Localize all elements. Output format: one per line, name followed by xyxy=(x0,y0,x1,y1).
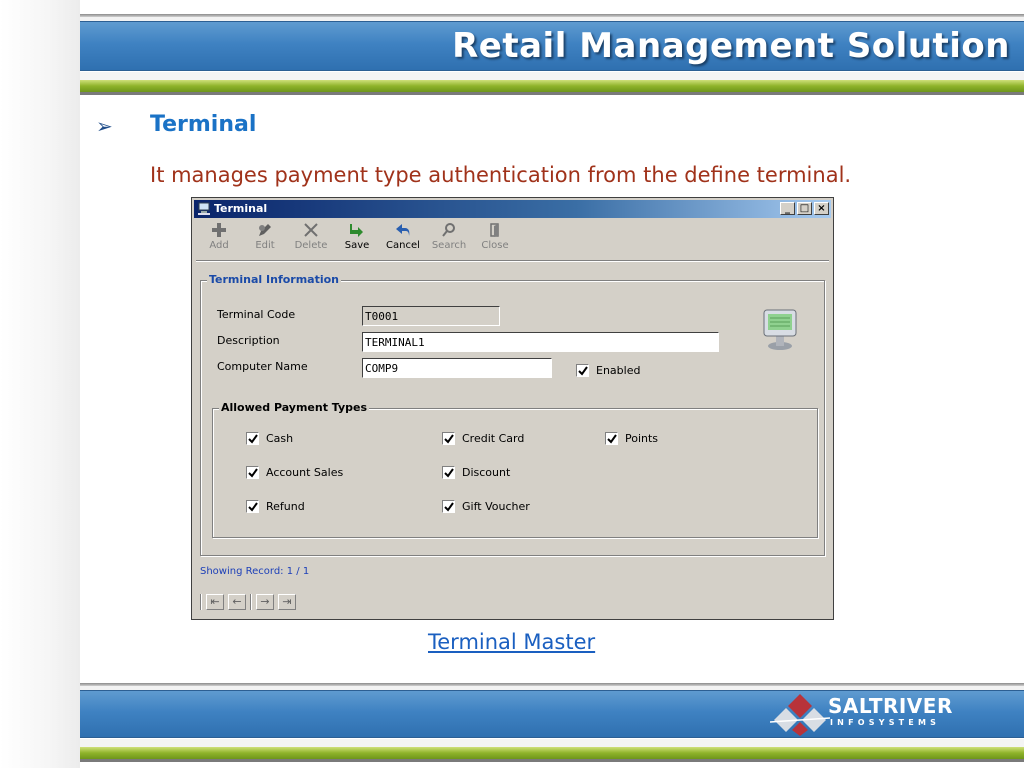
arrow-bullet-icon: ➢ xyxy=(96,114,113,138)
figure-caption: Terminal Master xyxy=(428,630,596,654)
delete-button[interactable]: Delete xyxy=(288,220,334,258)
footer-strip xyxy=(80,739,1024,747)
refund-checkbox[interactable]: Refund xyxy=(246,500,305,513)
window-titlebar[interactable]: Terminal _ □ × xyxy=(194,200,831,218)
check-icon xyxy=(578,366,588,376)
terminal-code-field[interactable]: T0001 xyxy=(362,306,500,326)
header-green-bar xyxy=(80,80,1024,92)
description-field[interactable]: TERMINAL1 xyxy=(362,332,719,352)
header-dark-line xyxy=(80,92,1024,95)
left-shade xyxy=(0,0,80,768)
plus-icon xyxy=(212,223,226,237)
next-record-button[interactable]: → xyxy=(256,594,274,610)
check-icon xyxy=(444,468,454,478)
terminal-icon xyxy=(198,202,210,215)
search-icon xyxy=(442,223,455,237)
header-strip xyxy=(80,72,1024,80)
search-button[interactable]: Search xyxy=(426,220,472,258)
check-icon xyxy=(248,434,258,444)
section-title: Terminal xyxy=(150,112,257,137)
previous-record-button[interactable]: ← xyxy=(228,594,246,610)
check-icon xyxy=(444,434,454,444)
checkbox-box xyxy=(246,432,259,445)
checkbox-box xyxy=(442,466,455,479)
minimize-button[interactable]: _ xyxy=(780,202,795,215)
account-sales-checkbox[interactable]: Account Sales xyxy=(246,466,343,479)
saltriver-logo: SALTRIVER INFOSYSTEMS xyxy=(770,690,980,736)
computer-name-field[interactable]: COMP9 xyxy=(362,358,552,378)
credit-card-checkbox[interactable]: Credit Card xyxy=(442,432,524,445)
check-icon xyxy=(607,434,617,444)
computer-name-label: Computer Name xyxy=(217,360,308,373)
points-checkbox[interactable]: Points xyxy=(605,432,658,445)
toolbar-separator xyxy=(196,260,829,262)
enabled-checkbox[interactable]: Enabled xyxy=(576,364,640,377)
save-arrow-icon xyxy=(350,224,363,237)
discount-checkbox[interactable]: Discount xyxy=(442,466,510,479)
first-record-button[interactable]: ⇤ xyxy=(206,594,224,610)
terminal-information-legend: Terminal Information xyxy=(207,273,342,286)
footer-dark-line xyxy=(80,759,1024,762)
toolbar: Add Edit Delete Save Cancel Search Close xyxy=(196,220,556,258)
close-toolbar-button[interactable]: Close xyxy=(472,220,518,258)
add-button[interactable]: Add xyxy=(196,220,242,258)
checkbox-box xyxy=(605,432,618,445)
logo-name: SALTRIVER xyxy=(828,694,953,718)
footer-green-bar xyxy=(80,747,1024,759)
window-title: Terminal xyxy=(214,202,268,215)
last-record-button[interactable]: ⇥ xyxy=(278,594,296,610)
save-button[interactable]: Save xyxy=(334,220,380,258)
nav-separator xyxy=(200,594,202,610)
close-door-icon xyxy=(490,223,499,237)
record-navigator: ⇤ ← → ⇥ xyxy=(200,594,300,610)
record-status: Showing Record: 1 / 1 xyxy=(200,566,310,577)
cancel-button[interactable]: Cancel xyxy=(380,220,426,258)
check-icon xyxy=(444,502,454,512)
payment-types-legend: Allowed Payment Types xyxy=(219,401,370,414)
terminal-window: Terminal _ □ × Add Edit Delete Save Canc… xyxy=(190,196,835,621)
terminal-code-label: Terminal Code xyxy=(217,308,296,321)
checkbox-box xyxy=(442,500,455,513)
cash-checkbox[interactable]: Cash xyxy=(246,432,293,445)
description-label: Description xyxy=(217,334,280,347)
edit-button[interactable]: Edit xyxy=(242,220,288,258)
computer-terminal-icon xyxy=(763,309,797,350)
checkbox-box xyxy=(246,500,259,513)
logo-diamond-icon xyxy=(770,694,830,736)
logo-subtitle: INFOSYSTEMS xyxy=(830,718,941,727)
cancel-arrow-icon xyxy=(396,224,410,236)
close-button[interactable]: × xyxy=(814,202,829,215)
edit-icon xyxy=(259,224,271,236)
nav-separator xyxy=(250,594,252,610)
header-band: Retail Management Solution xyxy=(80,21,1024,71)
gift-voucher-checkbox[interactable]: Gift Voucher xyxy=(442,500,530,513)
checkbox-box xyxy=(246,466,259,479)
checkbox-box xyxy=(576,364,589,377)
section-description: It manages payment type authentication f… xyxy=(150,163,852,187)
checkbox-box xyxy=(442,432,455,445)
delete-icon xyxy=(304,223,318,237)
header-title: Retail Management Solution xyxy=(452,26,1010,66)
maximize-button[interactable]: □ xyxy=(797,202,812,215)
check-icon xyxy=(248,502,258,512)
check-icon xyxy=(248,468,258,478)
